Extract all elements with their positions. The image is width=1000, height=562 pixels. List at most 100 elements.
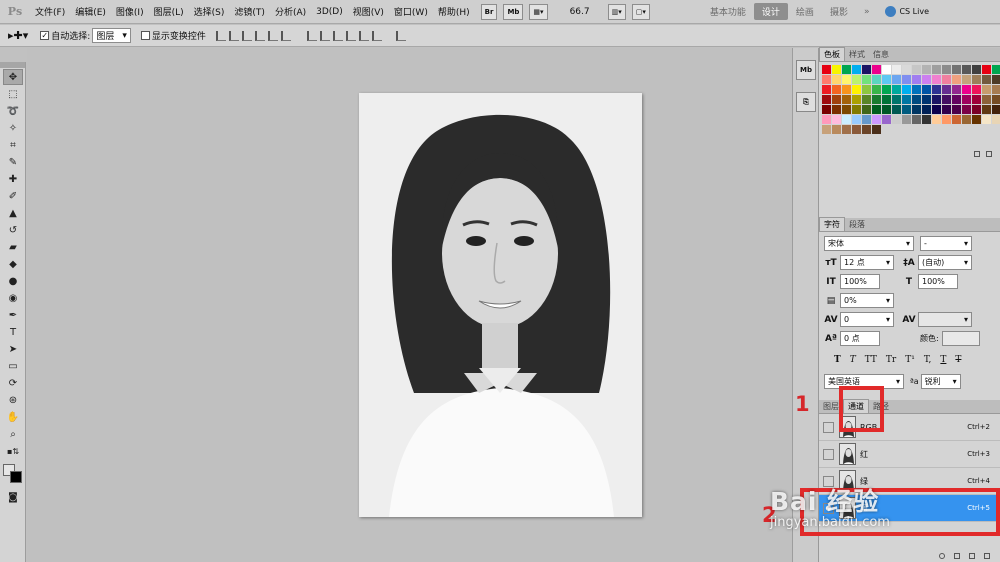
tab-info[interactable]: 信息 — [869, 48, 893, 61]
3d-orbit-tool-icon[interactable]: ⊛ — [3, 392, 23, 408]
menu-view[interactable]: 视图(V) — [348, 5, 389, 18]
color-swatch[interactable] — [882, 75, 891, 84]
menu-edit[interactable]: 编辑(E) — [70, 5, 111, 18]
color-swatch[interactable] — [832, 75, 841, 84]
workspace-essentials[interactable]: 基本功能 — [702, 5, 754, 18]
color-swatch[interactable] — [952, 65, 961, 74]
color-swatch[interactable] — [972, 75, 981, 84]
color-swatch[interactable] — [952, 85, 961, 94]
color-swatch[interactable] — [902, 75, 911, 84]
color-swatch[interactable] — [982, 85, 991, 94]
eye-icon[interactable] — [823, 421, 834, 433]
bridge-button[interactable]: Br — [480, 3, 498, 20]
color-swatch[interactable] — [862, 125, 871, 134]
text-color-swatch[interactable] — [941, 331, 980, 346]
tracking-field[interactable]: ▾ — [918, 312, 972, 327]
faux-bold-button[interactable]: T — [834, 355, 841, 365]
blur-tool-icon[interactable]: ● — [3, 273, 23, 289]
color-swatch[interactable] — [832, 125, 841, 134]
color-swatch[interactable] — [982, 75, 991, 84]
menu-filter[interactable]: 滤镜(T) — [229, 5, 270, 18]
distribute-vcenter-icon[interactable] — [319, 30, 330, 41]
color-swatch[interactable] — [972, 115, 981, 124]
color-swatch[interactable] — [912, 75, 921, 84]
portrait-document[interactable] — [359, 93, 642, 517]
color-swatch[interactable] — [922, 85, 931, 94]
color-swatch[interactable] — [992, 105, 1000, 114]
color-swatch[interactable] — [962, 75, 971, 84]
zoom-level[interactable]: 66.7 — [570, 7, 590, 17]
mini-bridge-button[interactable]: Mb — [503, 3, 524, 20]
vertical-scale-field[interactable]: 100% — [840, 274, 880, 289]
color-swatch[interactable] — [962, 85, 971, 94]
color-swatch[interactable] — [982, 105, 991, 114]
color-swatch[interactable] — [822, 125, 831, 134]
tab-paragraph[interactable]: 段落 — [845, 218, 869, 231]
color-swatch[interactable] — [932, 75, 941, 84]
color-swatch[interactable] — [862, 75, 871, 84]
marquee-tool-icon[interactable]: ⬚ — [3, 86, 23, 102]
cs-live-button[interactable]: CS Live — [885, 6, 929, 17]
hand-tool-icon[interactable]: ✋ — [3, 409, 23, 425]
crop-tool-icon[interactable]: ⌗ — [3, 137, 23, 153]
color-swatch[interactable] — [852, 65, 861, 74]
color-swatch[interactable] — [822, 65, 831, 74]
color-swatch[interactable] — [992, 75, 1000, 84]
color-swatch[interactable] — [952, 105, 961, 114]
delete-swatch-icon[interactable] — [986, 151, 992, 157]
color-swatch[interactable] — [962, 115, 971, 124]
color-swatch[interactable] — [892, 85, 901, 94]
align-vcenter-icon[interactable] — [228, 30, 239, 41]
show-transform-checkbox[interactable] — [140, 31, 150, 40]
tab-swatches[interactable]: 色板 — [819, 47, 845, 61]
auto-select-checkbox[interactable]: ✓ — [40, 31, 50, 40]
color-swatch[interactable] — [992, 95, 1000, 104]
font-family-select[interactable]: 宋体 ▾ — [824, 236, 914, 251]
all-caps-button[interactable]: TT — [865, 355, 877, 365]
save-selection-icon[interactable] — [954, 553, 960, 559]
color-swatch[interactable] — [882, 115, 891, 124]
eyedropper-tool-icon[interactable]: ✎ — [3, 154, 23, 170]
horizontal-scale-field[interactable]: 100% — [918, 274, 958, 289]
color-swatch[interactable] — [852, 85, 861, 94]
eye-icon[interactable] — [823, 448, 834, 460]
color-swatch[interactable] — [942, 105, 951, 114]
menu-help[interactable]: 帮助(H) — [433, 5, 475, 18]
quick-mask-icon[interactable]: ◙ — [3, 489, 23, 505]
color-swatch[interactable] — [842, 75, 851, 84]
color-swatch[interactable] — [972, 65, 981, 74]
history-brush-tool-icon[interactable]: ↺ — [3, 222, 23, 238]
3d-rotate-tool-icon[interactable]: ⟳ — [3, 375, 23, 391]
magic-wand-tool-icon[interactable]: ✧ — [3, 120, 23, 136]
path-selection-tool-icon[interactable]: ➤ — [3, 341, 23, 357]
color-swatch[interactable] — [832, 115, 841, 124]
color-swatch[interactable] — [892, 95, 901, 104]
color-swatch[interactable] — [952, 95, 961, 104]
color-swatch[interactable] — [922, 105, 931, 114]
lasso-tool-icon[interactable]: ➰ — [3, 103, 23, 119]
new-swatch-icon[interactable] — [974, 151, 980, 157]
color-swatch[interactable] — [882, 105, 891, 114]
leading-field[interactable]: (自动) ▾ — [918, 255, 972, 270]
color-swatch[interactable] — [852, 95, 861, 104]
distribute-left-icon[interactable] — [345, 30, 356, 41]
delete-channel-icon[interactable] — [984, 553, 990, 559]
background-color[interactable] — [10, 471, 22, 483]
color-swatch[interactable] — [992, 85, 1000, 94]
move-tool-preset-icon[interactable]: ▸✚▾ — [8, 29, 28, 42]
color-swatch[interactable] — [862, 105, 871, 114]
color-swatch[interactable] — [852, 75, 861, 84]
view-extras-button[interactable]: ▦▾ — [529, 3, 548, 20]
channel-row[interactable]: 红 Ctrl+3 — [819, 441, 1000, 468]
color-swatch[interactable] — [902, 85, 911, 94]
color-swatch[interactable] — [962, 65, 971, 74]
clone-stamp-tool-icon[interactable]: ▲ — [3, 205, 23, 221]
move-tool-icon[interactable]: ✥ — [3, 69, 23, 85]
color-swatch[interactable] — [982, 65, 991, 74]
faux-italic-button[interactable]: T — [850, 355, 856, 365]
color-swatch[interactable] — [842, 125, 851, 134]
small-caps-button[interactable]: Tr — [886, 355, 896, 365]
auto-select-dropdown[interactable]: 图层 ▾ — [92, 28, 131, 43]
color-swatch[interactable] — [892, 105, 901, 114]
color-swatch[interactable] — [872, 85, 881, 94]
